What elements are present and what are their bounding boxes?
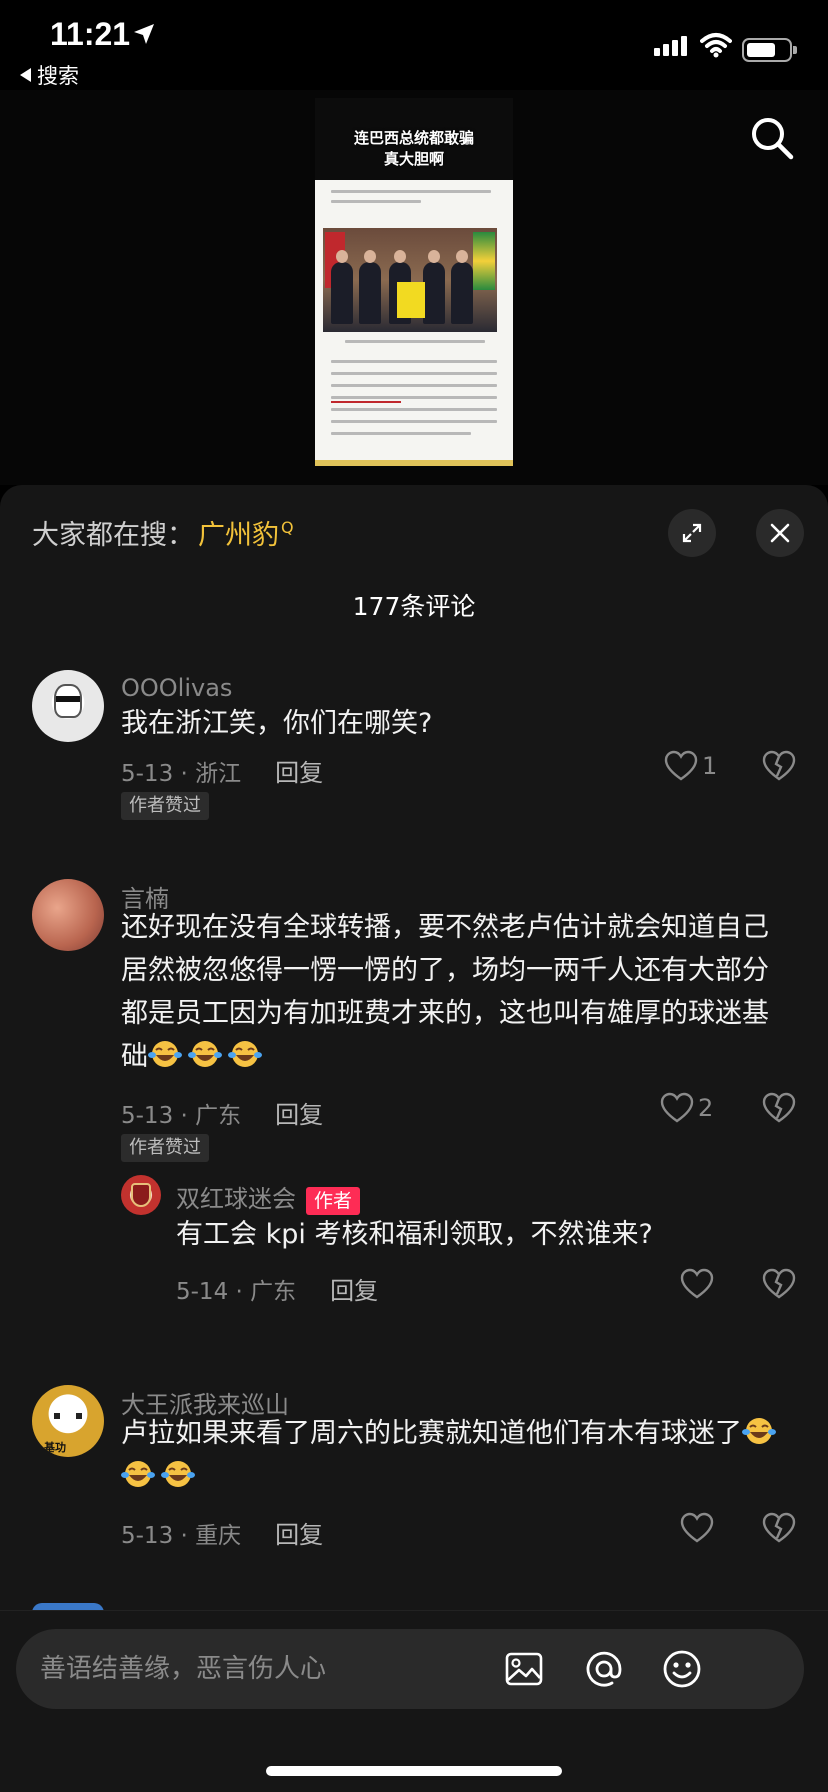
- dislike-heart-icon[interactable]: [762, 1512, 796, 1544]
- comment-meta: 5-13 · 浙江 回复: [121, 753, 323, 788]
- like-button[interactable]: 2: [660, 1092, 713, 1124]
- comment-meta: 5-13 · 重庆 回复: [121, 1515, 323, 1550]
- battery-icon: [742, 38, 797, 62]
- close-button[interactable]: [756, 509, 804, 557]
- avatar[interactable]: [32, 879, 104, 951]
- author-liked-badge: 作者赞过: [121, 792, 209, 820]
- at-icon[interactable]: [582, 1647, 626, 1691]
- video-player[interactable]: 连巴西总统都敢骗 真大胆啊: [0, 90, 828, 485]
- laugh-cry-emoji: [188, 1039, 222, 1069]
- reply-button[interactable]: 回复: [330, 1271, 378, 1306]
- reply-username-row: 双红球迷会 作者: [176, 1179, 361, 1215]
- comment-input-area: [0, 1610, 828, 1792]
- reply-text: 有工会 kpi 考核和福利领取，不然谁来?: [176, 1219, 653, 1250]
- emoji-icon[interactable]: [660, 1647, 704, 1691]
- reply-username[interactable]: 双红球迷会: [176, 1185, 296, 1213]
- close-icon: [770, 523, 790, 543]
- hot-search-label: 大家都在搜：: [32, 520, 194, 551]
- dislike-heart-icon[interactable]: [762, 1268, 796, 1300]
- laugh-cry-emoji: [742, 1416, 776, 1446]
- image-icon[interactable]: [502, 1647, 546, 1691]
- like-button[interactable]: 1: [664, 750, 717, 782]
- laugh-cry-emoji: [228, 1039, 262, 1069]
- author-tag: 作者: [306, 1187, 361, 1215]
- heart-icon: [664, 750, 698, 781]
- home-indicator[interactable]: [266, 1766, 562, 1776]
- thumbnail-title: 连巴西总统都敢骗 真大胆啊: [353, 129, 474, 168]
- comment-date-location: 5-13 · 浙江: [121, 760, 242, 787]
- laugh-cry-emoji: [121, 1459, 155, 1489]
- like-count: 2: [698, 1094, 714, 1122]
- dislike-heart-icon[interactable]: [762, 750, 796, 782]
- thumbnail-photo: [323, 228, 497, 332]
- status-time: 11:21: [50, 16, 131, 52]
- laugh-cry-emoji: [148, 1039, 182, 1069]
- video-thumbnail: 连巴西总统都敢骗 真大胆啊: [315, 98, 513, 466]
- heart-icon[interactable]: [680, 1512, 714, 1544]
- heart-icon[interactable]: [680, 1268, 714, 1300]
- thumbnail-document: [315, 180, 513, 466]
- reply-avatar[interactable]: [121, 1175, 161, 1215]
- comment-input-bar: [16, 1629, 804, 1709]
- search-icon[interactable]: [748, 114, 796, 162]
- hot-search-bar[interactable]: 大家都在搜： 广州豹 Q: [32, 513, 294, 552]
- back-triangle-icon: [20, 68, 31, 82]
- reply-button[interactable]: 回复: [275, 1515, 323, 1550]
- expand-icon: [682, 523, 702, 543]
- comment-username[interactable]: OOOlivas: [121, 674, 232, 702]
- comment-text: 还好现在没有全球转播，要不然老卢估计就会知道自己居然被忽悠得一愣一愣的了，场均一…: [121, 912, 769, 1072]
- back-label: 搜索: [37, 64, 79, 88]
- like-count: 1: [702, 752, 718, 780]
- reply-button[interactable]: 回复: [275, 753, 323, 788]
- comment-input[interactable]: [40, 1629, 540, 1709]
- hot-search-icon: Q: [281, 518, 294, 537]
- reply-button[interactable]: 回复: [275, 1095, 323, 1130]
- comment-sheet: 大家都在搜： 广州豹 Q 177条评论 OOOlivas 我在浙江笑，你们在哪笑…: [0, 485, 828, 1792]
- reply-meta: 5-14 · 广东 回复: [176, 1271, 378, 1306]
- location-arrow-icon: [134, 24, 154, 44]
- back-to-search-button[interactable]: 搜索: [20, 60, 79, 90]
- expand-button[interactable]: [668, 509, 716, 557]
- heart-icon: [660, 1092, 694, 1123]
- comment-text: 卢拉如果来看了周六的比赛就知道他们有木有球迷了: [121, 1412, 791, 1498]
- laugh-cry-emoji: [161, 1459, 195, 1489]
- comment-date-location: 5-13 · 广东: [121, 1102, 242, 1129]
- wifi-icon: [700, 33, 732, 58]
- signal-icon: [654, 36, 687, 56]
- status-bar: 11:21 搜索: [0, 0, 828, 90]
- dislike-heart-icon[interactable]: [762, 1092, 796, 1124]
- author-liked-badge: 作者赞过: [121, 1134, 209, 1162]
- comment-count: 177条评论: [352, 592, 476, 621]
- reply-date-location: 5-14 · 广东: [176, 1278, 297, 1305]
- comment-date-location: 5-13 · 重庆: [121, 1522, 242, 1549]
- avatar[interactable]: [32, 670, 104, 742]
- avatar[interactable]: 基功: [32, 1385, 104, 1457]
- hot-search-term[interactable]: 广州豹: [198, 513, 279, 552]
- comment-meta: 5-13 · 广东 回复: [121, 1095, 323, 1130]
- comment-text: 我在浙江笑，你们在哪笑?: [121, 708, 433, 739]
